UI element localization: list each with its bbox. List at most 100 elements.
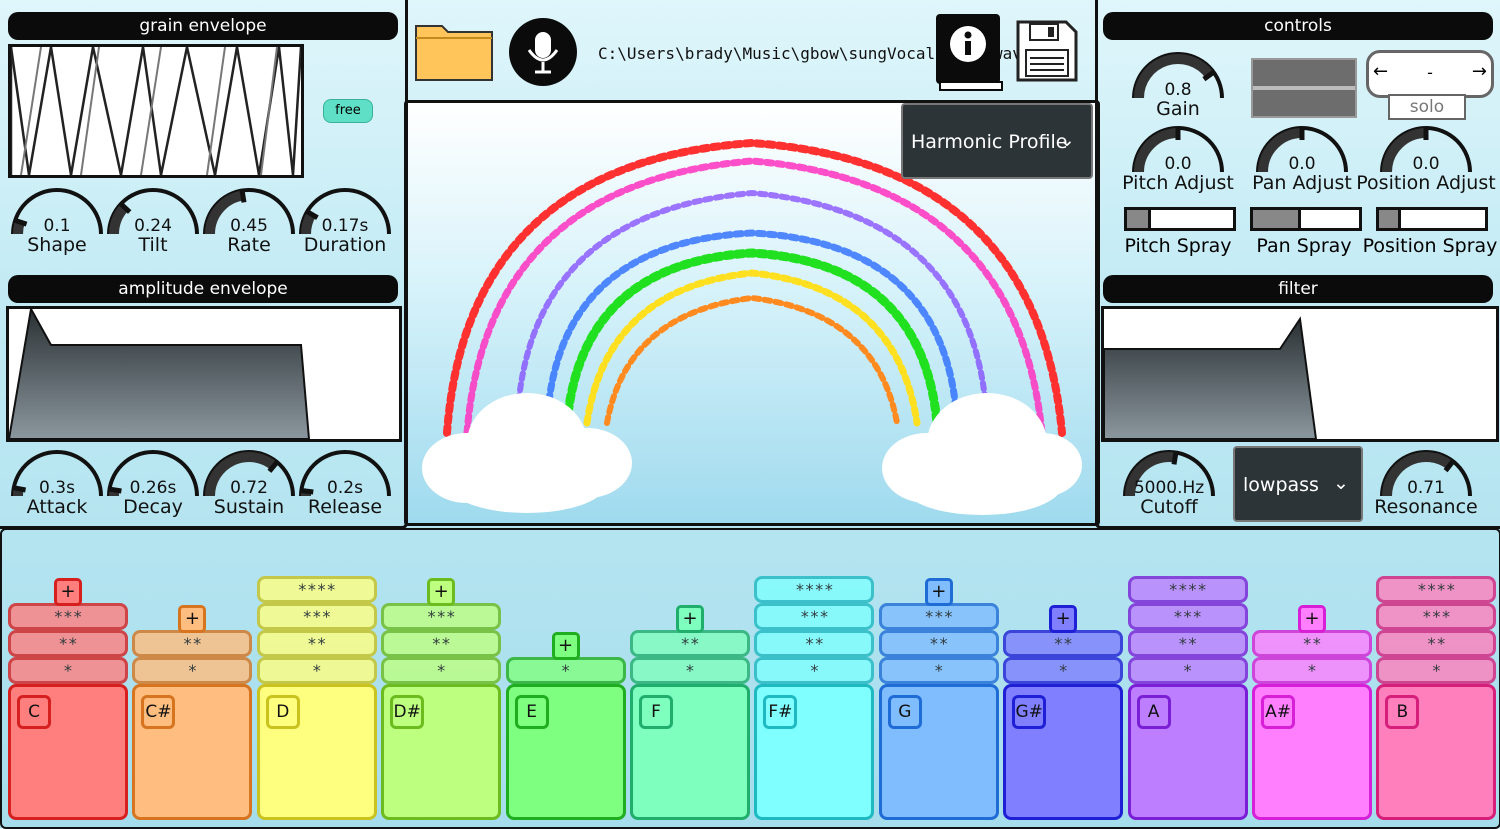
add-weight-button[interactable]: +: [427, 578, 456, 606]
weight-button-2[interactable]: **: [1376, 630, 1497, 657]
duration-label: Duration: [303, 234, 387, 256]
note-label: G: [887, 695, 922, 729]
key-d[interactable]: D: [256, 684, 377, 820]
add-weight-button[interactable]: +: [551, 632, 580, 660]
weight-button-1[interactable]: *: [878, 657, 999, 684]
note-label: F#: [763, 695, 798, 729]
weight-button-2[interactable]: **: [878, 630, 999, 657]
weight-button-4[interactable]: ****: [256, 576, 377, 603]
weight-button-3[interactable]: ***: [381, 603, 502, 630]
pitch-spray-slider[interactable]: [1124, 207, 1236, 231]
note-label: E: [514, 695, 549, 729]
note-label: A#: [1261, 695, 1295, 729]
slider-fill: [1379, 210, 1402, 228]
add-weight-button[interactable]: +: [178, 605, 207, 633]
key-c-sharp[interactable]: C#: [132, 684, 253, 820]
weight-button-1[interactable]: *: [132, 657, 253, 684]
tilt-value: 0.24: [134, 216, 172, 236]
note-label: D: [265, 695, 300, 729]
resonance-value: 0.71: [1407, 478, 1445, 498]
note-label: G#: [1012, 695, 1047, 729]
weight-button-2[interactable]: **: [256, 630, 377, 657]
weight-button-1[interactable]: *: [1252, 657, 1372, 684]
pan-spray-label: Pan Spray: [1256, 235, 1352, 257]
weight-button-1[interactable]: *: [8, 657, 128, 684]
add-weight-button[interactable]: +: [924, 578, 953, 606]
key-d-sharp[interactable]: D#: [381, 684, 502, 820]
rate-value: 0.45: [230, 216, 268, 236]
gain-label: Gain: [1156, 98, 1200, 120]
attack-value: 0.3s: [39, 478, 75, 498]
weight-button-2[interactable]: **: [132, 630, 253, 657]
pan-spray-slider[interactable]: [1250, 207, 1362, 231]
key-a[interactable]: A: [1127, 684, 1248, 820]
key-f[interactable]: F: [630, 684, 750, 820]
weight-button-2[interactable]: **: [381, 630, 502, 657]
add-weight-button[interactable]: +: [1049, 605, 1078, 633]
key-c[interactable]: C: [8, 684, 128, 820]
weight-button-1[interactable]: *: [1003, 657, 1124, 684]
chevron-down-icon: ⌄: [1059, 129, 1075, 151]
weight-button-1[interactable]: *: [505, 657, 626, 684]
add-weight-button[interactable]: +: [676, 605, 704, 633]
cutoff-label: Cutoff: [1140, 496, 1198, 518]
resonance-label: Resonance: [1374, 496, 1478, 518]
position-spray-label: Position Spray: [1362, 235, 1498, 257]
weight-button-4[interactable]: ****: [1376, 576, 1497, 603]
note-label: F: [639, 695, 673, 729]
weight-button-4[interactable]: ****: [1127, 576, 1248, 603]
weight-button-2[interactable]: **: [1003, 630, 1124, 657]
position-adjust-label: Position Adjust: [1356, 172, 1496, 194]
cutoff-value: 5000.Hz: [1133, 478, 1205, 498]
slider-fill: [1127, 210, 1152, 228]
weight-button-2[interactable]: **: [754, 630, 875, 657]
key-f-sharp[interactable]: F#: [754, 684, 875, 820]
weight-button-3[interactable]: ***: [1376, 603, 1497, 630]
weight-button-1[interactable]: *: [1127, 657, 1248, 684]
shape-value: 0.1: [43, 216, 71, 236]
weight-button-1[interactable]: *: [754, 657, 875, 684]
weight-button-2[interactable]: **: [8, 630, 128, 657]
duration-value: 0.17s: [321, 216, 369, 236]
key-a-sharp[interactable]: A#: [1252, 684, 1372, 820]
weight-button-4[interactable]: ****: [754, 576, 875, 603]
note-label: A: [1136, 695, 1171, 729]
harmonic-visualizer: Harmonic Profile ⌄: [404, 100, 1100, 526]
gain-value: 0.8: [1164, 80, 1192, 100]
weight-button-3[interactable]: ***: [8, 603, 128, 630]
slider-fill: [1253, 210, 1301, 228]
position-adjust-value: 0.0: [1412, 154, 1440, 174]
position-spray-slider[interactable]: [1376, 207, 1488, 231]
add-weight-button[interactable]: +: [54, 578, 82, 606]
note-label: C#: [141, 695, 176, 729]
folder-icon[interactable]: [414, 18, 494, 82]
weight-button-1[interactable]: *: [1376, 657, 1497, 684]
weight-button-1[interactable]: *: [630, 657, 750, 684]
view-mode-dropdown[interactable]: Harmonic Profile ⌄: [901, 103, 1093, 179]
pan-adjust-label: Pan Adjust: [1252, 172, 1352, 194]
weight-button-3[interactable]: ***: [754, 603, 875, 630]
add-weight-button[interactable]: +: [1298, 605, 1326, 633]
weight-button-2[interactable]: **: [1252, 630, 1372, 657]
decay-value: 0.26s: [129, 478, 177, 498]
weight-button-1[interactable]: *: [256, 657, 377, 684]
weight-button-3[interactable]: ***: [256, 603, 377, 630]
key-g-sharp[interactable]: G#: [1003, 684, 1124, 820]
note-label: D#: [390, 695, 425, 729]
info-book-icon[interactable]: [934, 12, 1004, 92]
weight-button-3[interactable]: ***: [1127, 603, 1248, 630]
release-value: 0.2s: [327, 478, 363, 498]
key-b[interactable]: B: [1376, 684, 1497, 820]
weight-button-2[interactable]: **: [630, 630, 750, 657]
pan-adjust-value: 0.0: [1288, 154, 1316, 174]
save-floppy-icon[interactable]: [1016, 20, 1078, 82]
microphone-icon[interactable]: [509, 18, 577, 86]
weight-button-3[interactable]: ***: [878, 603, 999, 630]
pitch-spray-label: Pitch Spray: [1124, 235, 1232, 257]
key-g[interactable]: G: [878, 684, 999, 820]
view-mode-value: Harmonic Profile: [911, 131, 1068, 153]
key-e[interactable]: E: [505, 684, 626, 820]
weight-button-2[interactable]: **: [1127, 630, 1248, 657]
weight-button-1[interactable]: *: [381, 657, 502, 684]
note-label: B: [1385, 695, 1420, 729]
